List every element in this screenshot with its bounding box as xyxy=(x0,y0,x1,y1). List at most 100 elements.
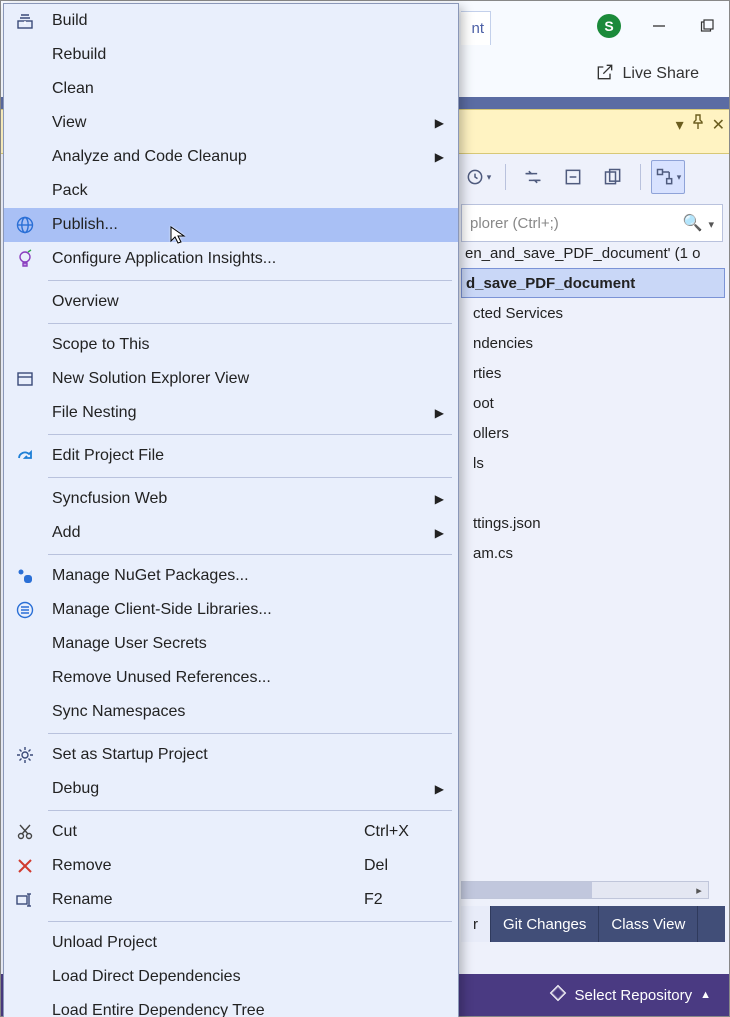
menu-item-view[interactable]: View▶ xyxy=(4,106,458,140)
solution-search-input[interactable]: plorer (Ctrl+;) 🔍▾ xyxy=(461,204,723,242)
doc-tab-fragment[interactable]: nt xyxy=(461,11,491,45)
submenu-arrow-icon: ▶ xyxy=(435,406,444,420)
menu-item-label: Overview xyxy=(52,293,119,311)
menu-item-label: Configure Application Insights... xyxy=(52,250,276,268)
chevron-up-icon[interactable]: ▲ xyxy=(700,989,711,1001)
tree-item[interactable]: cted Services xyxy=(461,298,725,328)
project-node-selected[interactable]: d_save_PDF_document xyxy=(461,268,725,298)
menu-item-manage-client-side-libraries[interactable]: Manage Client-Side Libraries... xyxy=(4,593,458,627)
select-repository-label[interactable]: Select Repository xyxy=(575,987,693,1004)
tree-item[interactable]: oot xyxy=(461,388,725,418)
menu-item-label: Build xyxy=(52,12,88,30)
tab-git-changes[interactable]: Git Changes xyxy=(491,906,599,942)
separator xyxy=(640,164,641,190)
menu-item-label: Manage Client-Side Libraries... xyxy=(52,601,272,619)
submenu-arrow-icon: ▶ xyxy=(435,116,444,130)
close-panel-icon[interactable]: ✕ xyxy=(712,115,725,135)
menu-item-debug[interactable]: Debug▶ xyxy=(4,772,458,806)
nuget-icon xyxy=(14,565,36,587)
user-avatar[interactable]: S xyxy=(597,14,621,38)
submenu-arrow-icon: ▶ xyxy=(435,526,444,540)
menu-item-label: Pack xyxy=(52,182,88,200)
horizontal-scrollbar[interactable]: ◂ ▸ xyxy=(461,881,709,899)
menu-item-overview[interactable]: Overview xyxy=(4,285,458,319)
menu-item-sync-namespaces[interactable]: Sync Namespaces xyxy=(4,695,458,729)
show-all-icon[interactable] xyxy=(596,160,630,194)
menu-item-publish[interactable]: Publish... xyxy=(4,208,458,242)
menu-item-set-as-startup-project[interactable]: Set as Startup Project xyxy=(4,738,458,772)
menu-item-remove-unused-references[interactable]: Remove Unused References... xyxy=(4,661,458,695)
menu-separator xyxy=(48,280,452,281)
menu-item-unload-project[interactable]: Unload Project xyxy=(4,926,458,960)
maximize-button[interactable] xyxy=(697,16,717,36)
menu-item-build[interactable]: Build xyxy=(4,4,458,38)
menu-item-label: Analyze and Code Cleanup xyxy=(52,148,247,166)
menu-item-label: Unload Project xyxy=(52,934,157,952)
menu-item-clean[interactable]: Clean xyxy=(4,72,458,106)
tab-solution-explorer[interactable]: r xyxy=(461,906,491,942)
menu-item-label: Publish... xyxy=(52,216,118,234)
menu-separator xyxy=(48,477,452,478)
tab-class-view[interactable]: Class View xyxy=(599,906,698,942)
menu-item-pack[interactable]: Pack xyxy=(4,174,458,208)
menu-item-edit-project-file[interactable]: Edit Project File xyxy=(4,439,458,473)
sync-icon[interactable] xyxy=(516,160,550,194)
menu-item-label: Load Direct Dependencies xyxy=(52,968,241,986)
menu-item-new-solution-explorer-view[interactable]: New Solution Explorer View xyxy=(4,362,458,396)
submenu-arrow-icon: ▶ xyxy=(435,150,444,164)
redo-icon xyxy=(14,445,36,467)
view-mode-icon[interactable] xyxy=(651,160,685,194)
project-context-menu: BuildRebuildCleanView▶Analyze and Code C… xyxy=(3,3,459,1017)
menu-separator xyxy=(48,323,452,324)
source-control-icon[interactable] xyxy=(549,984,567,1006)
share-icon[interactable] xyxy=(595,62,615,87)
menu-item-label: Remove Unused References... xyxy=(52,669,271,687)
menu-item-remove[interactable]: RemoveDel xyxy=(4,849,458,883)
menu-item-label: Manage User Secrets xyxy=(52,635,207,653)
collapse-icon[interactable] xyxy=(556,160,590,194)
menu-item-label: Set as Startup Project xyxy=(52,746,208,764)
tree-item[interactable]: ttings.json xyxy=(461,508,725,538)
tree-item[interactable]: am.cs xyxy=(461,538,725,568)
menu-item-label: Load Entire Dependency Tree xyxy=(52,1002,265,1017)
menu-item-add[interactable]: Add▶ xyxy=(4,516,458,550)
search-dropdown-icon[interactable]: ▾ xyxy=(708,219,714,231)
submenu-arrow-icon: ▶ xyxy=(435,782,444,796)
menu-shortcut: F2 xyxy=(364,891,408,909)
solution-node[interactable]: en_and_save_PDF_document' (1 o xyxy=(461,238,725,268)
menu-item-label: Syncfusion Web xyxy=(52,490,167,508)
panel-dropdown-icon[interactable]: ▾ xyxy=(676,115,684,135)
menu-item-cut[interactable]: CutCtrl+X xyxy=(4,815,458,849)
tree-item[interactable]: rties xyxy=(461,358,725,388)
solution-explorer-tree[interactable]: en_and_save_PDF_document' (1 o d_save_PD… xyxy=(461,238,725,568)
history-icon[interactable] xyxy=(461,160,495,194)
menu-item-syncfusion-web[interactable]: Syncfusion Web▶ xyxy=(4,482,458,516)
menu-item-label: Rebuild xyxy=(52,46,106,64)
menu-item-load-entire-dependency-tree[interactable]: Load Entire Dependency Tree xyxy=(4,994,458,1017)
menu-item-manage-nuget-packages[interactable]: Manage NuGet Packages... xyxy=(4,559,458,593)
menu-item-label: Manage NuGet Packages... xyxy=(52,567,249,585)
scroll-thumb[interactable] xyxy=(462,882,592,898)
pin-icon[interactable] xyxy=(690,114,706,135)
cut-icon xyxy=(14,821,36,843)
tree-item[interactable]: ndencies xyxy=(461,328,725,358)
tree-item[interactable]: ls xyxy=(461,448,725,478)
scroll-right-icon[interactable]: ▸ xyxy=(690,882,708,898)
menu-item-load-direct-dependencies[interactable]: Load Direct Dependencies xyxy=(4,960,458,994)
menu-item-scope-to-this[interactable]: Scope to This xyxy=(4,328,458,362)
menu-item-file-nesting[interactable]: File Nesting▶ xyxy=(4,396,458,430)
menu-separator xyxy=(48,554,452,555)
menu-item-analyze-and-code-cleanup[interactable]: Analyze and Code Cleanup ▶ xyxy=(4,140,458,174)
liveshare-label[interactable]: Live Share xyxy=(623,65,700,83)
menu-item-rename[interactable]: RenameF2 xyxy=(4,883,458,917)
del-icon xyxy=(14,855,36,877)
separator xyxy=(505,164,506,190)
menu-item-label: Remove xyxy=(52,857,112,875)
tree-item[interactable]: ollers xyxy=(461,418,725,448)
menu-item-configure-application-insights[interactable]: Configure Application Insights... xyxy=(4,242,458,276)
search-icon[interactable]: 🔍 xyxy=(683,215,703,232)
menu-item-manage-user-secrets[interactable]: Manage User Secrets xyxy=(4,627,458,661)
menu-item-rebuild[interactable]: Rebuild xyxy=(4,38,458,72)
minimize-button[interactable] xyxy=(649,16,669,36)
menu-shortcut: Ctrl+X xyxy=(364,823,408,841)
